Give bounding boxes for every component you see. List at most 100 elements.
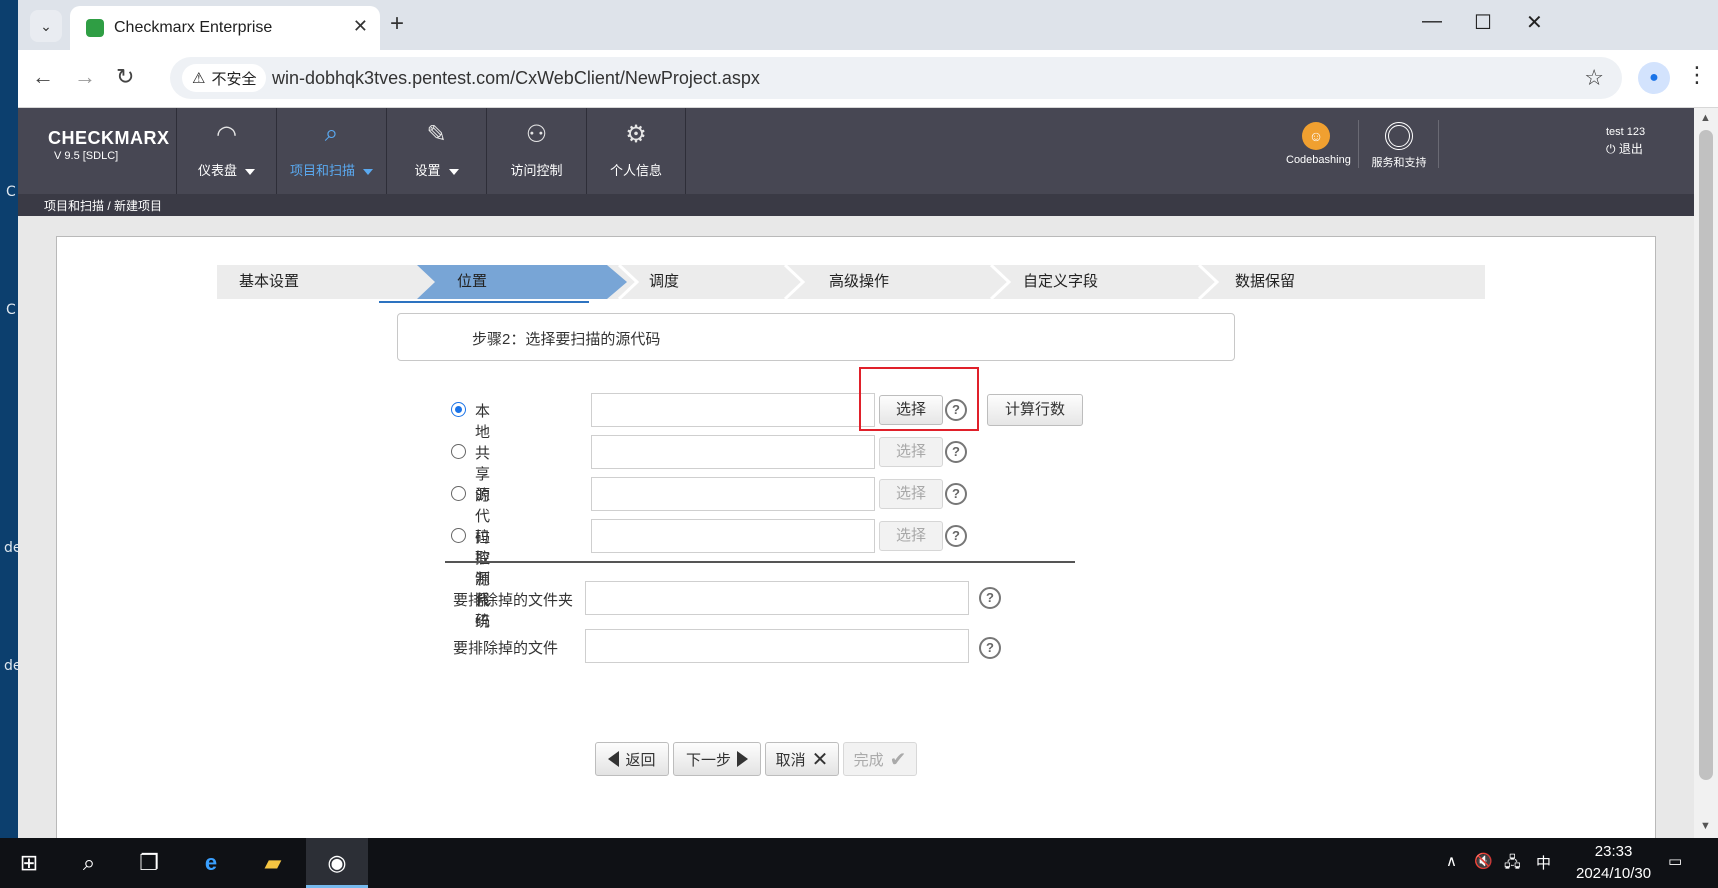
- chrome-icon: ◉: [327, 850, 347, 875]
- scroll-up-icon[interactable]: ▲: [1700, 112, 1711, 124]
- step-location[interactable]: 位置: [457, 265, 487, 299]
- select-scm-button[interactable]: 选择: [879, 479, 943, 509]
- step-separator-icon: [989, 265, 1012, 299]
- browser-window: ⌄ Checkmarx Enterprise ✕ + — ☐ ✕ ← → ↻ ⚠…: [18, 0, 1718, 838]
- step-title: 步骤2：选择要扫描的源代码: [472, 331, 661, 348]
- help-icon[interactable]: ?: [945, 525, 967, 547]
- exclude-files-input[interactable]: [585, 629, 969, 663]
- caret-down-icon: [363, 168, 373, 175]
- nav-access-control[interactable]: ⚇ 访问控制: [486, 108, 586, 194]
- volume-muted-icon[interactable]: 🔇: [1474, 852, 1493, 870]
- back-arrow-icon[interactable]: ←: [32, 64, 54, 90]
- system-clock[interactable]: 23:33 2024/10/30: [1576, 841, 1651, 885]
- pull-path-input[interactable]: [591, 519, 875, 553]
- bookmark-star-icon[interactable]: ☆: [1584, 65, 1604, 91]
- close-tab-icon[interactable]: ✕: [353, 16, 368, 37]
- browser-tab[interactable]: Checkmarx Enterprise ✕: [70, 6, 380, 50]
- profile-icon[interactable]: ●: [1638, 62, 1670, 94]
- clock-time: 23:33: [1594, 843, 1633, 860]
- select-pull-button[interactable]: 选择: [879, 521, 943, 551]
- triangle-right-icon: [737, 751, 748, 767]
- file-explorer-icon[interactable]: ▰: [258, 848, 288, 878]
- person-icon: ●: [1649, 69, 1659, 86]
- x-icon: ✕: [811, 748, 829, 771]
- step-schedule[interactable]: 调度: [649, 265, 679, 299]
- codebashing-link[interactable]: ☺ Codebashing: [1286, 122, 1351, 166]
- finish-button[interactable]: 完成 ✔: [843, 742, 917, 776]
- step-basic-settings[interactable]: 基本设置: [239, 265, 299, 299]
- tab-title: Checkmarx Enterprise: [114, 19, 273, 36]
- help-icon[interactable]: ?: [945, 483, 967, 505]
- page-content: CHECKMARX V 9.5 [SDLC] ◠ 仪表盘 ⌕ 项目和扫描 ✎ 设…: [18, 108, 1694, 838]
- support-link[interactable]: 服务和支持: [1364, 122, 1434, 170]
- highlight-box: [859, 367, 979, 431]
- exclude-folders-input[interactable]: [585, 581, 969, 615]
- step-custom-fields[interactable]: 自定义字段: [1023, 265, 1098, 299]
- back-button[interactable]: 返回: [595, 742, 669, 776]
- chevron-down-icon: ⌄: [40, 17, 52, 34]
- cancel-button[interactable]: 取消 ✕: [765, 742, 839, 776]
- task-view-icon[interactable]: ❐: [134, 848, 164, 878]
- tab-search-button[interactable]: ⌄: [30, 10, 62, 42]
- search-icon[interactable]: ⌕: [74, 848, 104, 878]
- checkmarx-favicon-icon: [86, 19, 104, 37]
- windows-start-icon[interactable]: ⊞: [14, 848, 44, 878]
- desktop-icon-label: C: [6, 302, 16, 318]
- scroll-thumb[interactable]: [1699, 130, 1713, 780]
- help-icon[interactable]: ?: [945, 441, 967, 463]
- next-label: 下一步: [685, 751, 731, 769]
- network-icon[interactable]: 🖧: [1504, 852, 1521, 877]
- screen: C C de de ⌄ Checkmarx Enterprise ✕ + — ☐…: [0, 0, 1718, 888]
- count-lines-button[interactable]: 计算行数: [987, 394, 1083, 426]
- triangle-left-icon: [608, 751, 620, 767]
- radio-pull[interactable]: [451, 528, 466, 543]
- reload-icon[interactable]: ↻: [116, 64, 134, 90]
- scm-path-input[interactable]: [591, 477, 875, 511]
- nav-personal-info[interactable]: ⚙ 个人信息: [586, 108, 686, 194]
- internet-explorer-icon[interactable]: e: [196, 848, 226, 878]
- finish-label: 完成: [853, 751, 884, 769]
- close-window-icon[interactable]: ✕: [1526, 10, 1543, 35]
- url-text[interactable]: win-dobhqk3tves.pentest.com/CxWebClient/…: [272, 68, 760, 89]
- breadcrumb[interactable]: 项目和扫描 / 新建项目: [44, 197, 162, 214]
- address-bar[interactable]: ⚠ 不安全 win-dobhqk3tves.pentest.com/CxWebC…: [170, 57, 1622, 99]
- step-data-retention[interactable]: 数据保留: [1235, 265, 1295, 299]
- step-separator-icon: [1197, 265, 1220, 299]
- logout-link[interactable]: ⏻ 退出: [1606, 140, 1643, 157]
- nav-label: 访问控制: [510, 163, 563, 178]
- section-divider: [445, 561, 1075, 563]
- desktop-icon-label: C: [6, 184, 16, 200]
- nav-settings[interactable]: ✎ 设置: [386, 108, 486, 194]
- nav-projects-scans[interactable]: ⌕ 项目和扫描: [276, 108, 386, 194]
- security-chip[interactable]: ⚠ 不安全: [182, 64, 267, 92]
- page-scrollbar[interactable]: ▲ ▼: [1694, 108, 1718, 838]
- source-label: 拉取源代码: [475, 529, 491, 630]
- shared-path-input[interactable]: [591, 435, 875, 469]
- checkmarx-logo[interactable]: CHECKMARX: [48, 128, 170, 149]
- help-icon[interactable]: ?: [979, 587, 1001, 609]
- tray-chevron-up-icon[interactable]: ∧: [1446, 852, 1457, 870]
- select-shared-button[interactable]: 选择: [879, 437, 943, 467]
- step-advanced[interactable]: 高级操作: [829, 265, 889, 299]
- next-button[interactable]: 下一步: [673, 742, 761, 776]
- help-icon[interactable]: ?: [979, 637, 1001, 659]
- nav-dashboard[interactable]: ◠ 仪表盘: [176, 108, 276, 194]
- new-tab-icon[interactable]: +: [390, 10, 404, 38]
- checkmark-icon: ✔: [889, 748, 907, 771]
- local-path-input[interactable]: [591, 393, 875, 427]
- scroll-down-icon[interactable]: ▼: [1700, 820, 1711, 832]
- nav-label: 仪表盘: [197, 163, 237, 178]
- minimize-icon[interactable]: —: [1422, 10, 1442, 33]
- notification-icon[interactable]: ▭: [1668, 852, 1682, 870]
- forward-arrow-icon[interactable]: →: [74, 64, 96, 90]
- maximize-icon[interactable]: ☐: [1474, 10, 1492, 35]
- more-menu-icon[interactable]: ⋮: [1686, 62, 1708, 88]
- version-label: V 9.5 [SDLC]: [54, 150, 119, 162]
- radio-local[interactable]: [451, 402, 466, 417]
- radio-shared[interactable]: [451, 444, 466, 459]
- breadcrumb-bar: 项目和扫描 / 新建项目: [18, 194, 1694, 216]
- chrome-taskbar-button[interactable]: ◉: [306, 838, 368, 888]
- radio-scm[interactable]: [451, 486, 466, 501]
- taskbar: ⊞ ⌕ ❐ e ▰ ◉ ∧ 🔇 🖧 中 23:33 2024/10/30 ▭: [0, 838, 1718, 888]
- ime-indicator[interactable]: 中: [1536, 852, 1551, 873]
